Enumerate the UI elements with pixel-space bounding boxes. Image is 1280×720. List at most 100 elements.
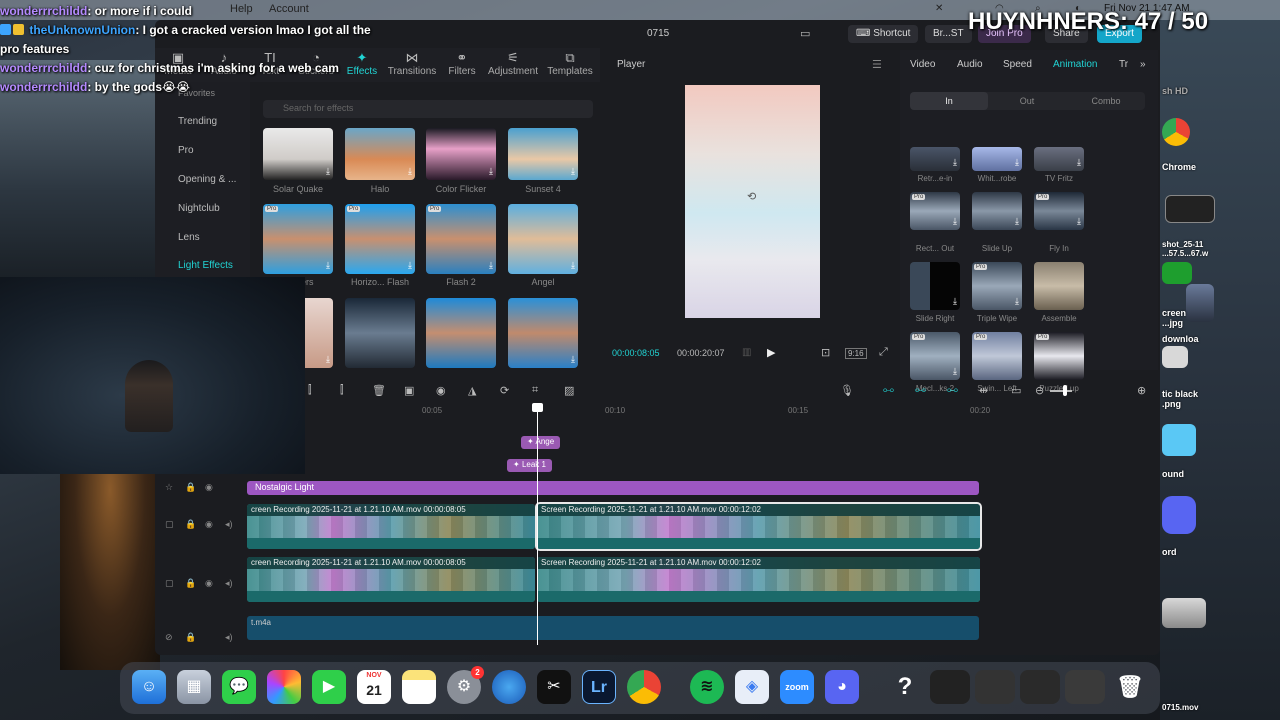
mirror-icon[interactable]: ◮ (468, 384, 476, 397)
downloads-folder-icon[interactable] (1162, 346, 1188, 368)
track-audio-icon[interactable]: ◂) (225, 632, 233, 643)
effect-clip-angel[interactable]: ✦ Ange (521, 436, 561, 449)
fx-cat-opening[interactable]: Opening & ... (178, 174, 236, 185)
anim-tv-fritz[interactable]: ⤓ (1034, 147, 1084, 171)
split-view-icon[interactable]: ⇹ (979, 384, 988, 397)
track-lock-icon[interactable]: 🔒 (185, 632, 196, 643)
anim-rect-out[interactable]: Pro ⤓ (910, 192, 960, 230)
effect-thumb-row3-2[interactable] (345, 298, 415, 368)
audio-clip[interactable]: t.m4a (247, 616, 979, 640)
preview-canvas[interactable]: ⟲ (685, 85, 820, 318)
tab-templates[interactable]: ⧉ Templates (543, 50, 597, 77)
browser-icon[interactable] (492, 670, 526, 704)
profile-button[interactable]: Br...ST (925, 25, 972, 43)
shortcut-button[interactable]: ⌨ Shortcut (848, 25, 919, 43)
anim-triple-wipe[interactable]: Pro ⤓ (972, 262, 1022, 310)
notes-icon[interactable] (402, 670, 436, 704)
rotate-handle-icon[interactable]: ⟲ (747, 190, 756, 203)
image-thumbnail-icon[interactable] (1162, 598, 1206, 628)
discord-dock-icon[interactable]: ◕ (825, 670, 859, 704)
anim-fly-in[interactable]: Pro ⤓ (1034, 192, 1084, 230)
filter-clip[interactable]: Nostalgic Light (247, 481, 979, 495)
tab-video[interactable]: Video (910, 59, 935, 70)
video-clip-c[interactable]: creen Recording 2025-11-21 at 1.21.10 AM… (247, 557, 535, 602)
fx-cat-trending[interactable]: Trending (178, 116, 217, 127)
vpn-icon[interactable]: ◈ (735, 670, 769, 704)
photos-icon[interactable] (267, 670, 301, 704)
recent-window-3[interactable] (1020, 670, 1060, 704)
anim-swing-left[interactable]: Pro (972, 332, 1022, 380)
help-icon[interactable]: ? (888, 670, 922, 704)
track-cover-icon[interactable]: ▢ (165, 519, 174, 530)
folder-icon[interactable] (1162, 424, 1196, 456)
image-adjust-icon[interactable]: ▨ (564, 384, 574, 397)
recent-window-2[interactable] (975, 670, 1015, 704)
effect-thumb-sunset-4[interactable]: ⤓ (508, 128, 578, 180)
anim-mechanical-locks-2[interactable]: Pro ⤓ (910, 332, 960, 380)
fx-cat-lens[interactable]: Lens (178, 232, 200, 243)
anim-assemble[interactable] (1034, 262, 1084, 310)
fx-cat-light-effects[interactable]: Light Effects (178, 260, 233, 271)
calendar-icon[interactable]: NOV 21 (357, 670, 391, 704)
delete-icon[interactable]: 🗑 (372, 384, 386, 397)
anim-puzzled-up[interactable]: Pro (1034, 332, 1084, 380)
track-eye-icon[interactable]: ◉ (205, 578, 213, 589)
snapshot-icon[interactable]: ⊡ (821, 346, 830, 359)
video-clip-d[interactable]: Screen Recording 2025-11-21 at 1.21.10 A… (537, 557, 980, 602)
caption-icon[interactable]: ▭ (1011, 384, 1021, 397)
chrome-desktop-icon[interactable] (1162, 118, 1190, 146)
zoom-icon[interactable]: zoom (780, 670, 814, 704)
seg-out[interactable]: Out (988, 96, 1066, 106)
rotate-icon[interactable]: ⟳ (500, 384, 509, 397)
timeline-ruler[interactable]: 00:05 00:10 00:15 00:20 (305, 403, 1155, 419)
playhead[interactable] (537, 405, 538, 645)
recent-window-1[interactable] (930, 670, 970, 704)
track-lock-icon[interactable]: 🔒 (185, 519, 196, 530)
anim-slide-right[interactable]: ⤓ (910, 262, 960, 310)
trash-icon[interactable]: 🗑 (1113, 670, 1147, 704)
discord-desktop-icon[interactable] (1162, 496, 1196, 534)
play-button[interactable]: ▶ (767, 346, 775, 359)
effect-thumb-horizon-flash[interactable]: Pro ⤓ (345, 204, 415, 274)
track-lock-icon[interactable]: 🔒 (185, 482, 196, 493)
snap-icon[interactable]: ⧟ (915, 384, 926, 397)
zoom-slider-handle[interactable] (1063, 385, 1067, 396)
fx-cat-pro[interactable]: Pro (178, 145, 194, 156)
reverse-icon[interactable]: ◉ (436, 384, 446, 397)
effect-thumb-angel[interactable]: ⤓ (508, 204, 578, 274)
effect-thumb-flash-2[interactable]: Pro ⤓ (426, 204, 496, 274)
effect-thumb-color-flicker[interactable]: ⤓ (426, 128, 496, 180)
fullscreen-icon[interactable]: ⤢ (879, 346, 888, 359)
mute-icon[interactable]: ✕ (935, 3, 943, 14)
fx-cat-nightclub[interactable]: Nightclub (178, 203, 220, 214)
effect-thumb-halo[interactable]: ⤓ (345, 128, 415, 180)
tab-audio-props[interactable]: Audio (957, 59, 983, 70)
more-tabs-icon[interactable]: » (1140, 59, 1146, 70)
zoom-in-icon[interactable]: ⊕ (1137, 384, 1146, 397)
tab-transform[interactable]: Tr (1119, 59, 1128, 70)
anim-retro-in[interactable]: ⤓ (910, 147, 960, 171)
track-eye-icon[interactable]: ◉ (205, 482, 213, 493)
effect-thumb-flickers[interactable]: Pro ⤓ (263, 204, 333, 274)
image-file-icon[interactable] (1186, 284, 1214, 322)
track-audio-icon[interactable]: ◂) (225, 519, 233, 530)
track-cover-icon[interactable]: ▢ (165, 578, 174, 589)
aspect-ratio-button[interactable]: 9:16 (845, 348, 867, 359)
link-magnet-icon[interactable]: ⧟ (883, 384, 894, 397)
tab-animation[interactable]: Animation (1053, 59, 1097, 70)
track-audio-icon[interactable]: ◂) (225, 578, 233, 589)
finder-icon[interactable]: ☺ (132, 670, 166, 704)
preview-axis-icon[interactable]: ⧟ (947, 384, 958, 397)
messages-icon[interactable]: 💬 (222, 670, 256, 704)
seg-combo[interactable]: Combo (1067, 96, 1145, 106)
anim-white-strobe[interactable]: ⤓ (972, 147, 1022, 171)
video-clip-b[interactable]: Screen Recording 2025-11-21 at 1.21.10 A… (535, 502, 982, 551)
recent-window-4[interactable] (1065, 670, 1105, 704)
spotify-icon[interactable]: ≋ (690, 670, 724, 704)
effect-clip-leak[interactable]: ✦ Leak 1 (507, 459, 552, 472)
launchpad-icon[interactable]: ▦ (177, 670, 211, 704)
effect-thumb-row3-4[interactable]: ⤓ (508, 298, 578, 368)
effect-thumb-row3-3[interactable] (426, 298, 496, 368)
screenshot-file-icon[interactable] (1165, 195, 1215, 223)
tab-speed[interactable]: Speed (1003, 59, 1032, 70)
